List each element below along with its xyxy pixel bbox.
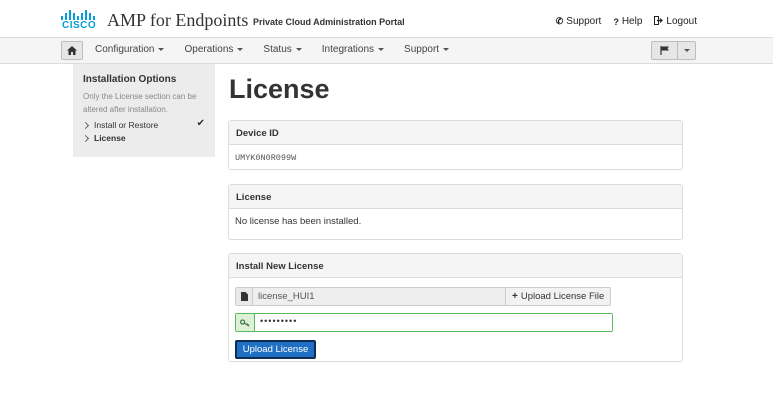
cisco-logo-word: CISCO — [62, 20, 97, 31]
install-license-body: license_HUI1 + Upload License File •••••… — [229, 278, 682, 366]
device-id-body: UMYK0N0R099W — [229, 145, 682, 170]
license-status-message: No license has been installed. — [235, 216, 362, 227]
caret-down-icon — [378, 48, 385, 51]
help-link[interactable]: ? Help — [613, 16, 642, 27]
nav-operations[interactable]: Operations — [184, 44, 244, 55]
nav-menu: Configuration Operations Status Integrat… — [95, 44, 469, 55]
checkmark-icon: ✔ — [196, 118, 205, 129]
logout-link-label: Logout — [666, 16, 697, 27]
help-link-label: Help — [621, 16, 643, 27]
nav-operations-label: Operations — [184, 44, 234, 55]
caret-down-icon — [237, 48, 244, 51]
license-file-group: license_HUI1 + Upload License File — [235, 287, 676, 306]
license-password-input[interactable]: ••••••••• — [255, 314, 612, 331]
app-title: AMP for Endpoints — [107, 10, 249, 30]
nav-support-label: Support — [404, 44, 440, 55]
nav-support[interactable]: Support — [404, 44, 450, 55]
notifications-button-group — [651, 41, 696, 60]
flag-icon — [659, 46, 669, 55]
nav-integrations-label: Integrations — [321, 44, 375, 55]
logout-icon — [654, 16, 664, 27]
home-icon — [67, 46, 77, 55]
install-license-panel: Install New License license_HUI1 + Uploa… — [228, 253, 683, 362]
flag-dropdown-toggle[interactable] — [678, 42, 695, 59]
question-icon: ? — [613, 16, 619, 27]
installation-sidebar: Installation Options Only the License se… — [73, 64, 215, 157]
cisco-logo-bars-icon — [61, 8, 99, 20]
sidebar-item-license[interactable]: License — [81, 133, 205, 143]
install-license-heading: Install New License — [229, 254, 682, 278]
portal-name: Private Cloud Administration Portal — [253, 17, 405, 27]
device-id-value: UMYK0N0R099W — [235, 153, 297, 163]
sidebar-item-label: Install or Restore — [94, 120, 159, 130]
cisco-logo: CISCO — [61, 8, 99, 32]
plus-icon: + — [512, 291, 518, 302]
phone-icon: ✆ — [555, 16, 564, 26]
chevron-right-icon — [81, 121, 90, 129]
caret-down-icon — [443, 48, 450, 51]
device-id-panel: Device ID UMYK0N0R099W — [228, 120, 683, 170]
page-title: License — [229, 74, 330, 104]
caret-down-icon — [683, 49, 690, 52]
home-button[interactable] — [61, 41, 83, 60]
top-header: CISCO AMP for Endpoints Private Cloud Ad… — [0, 0, 773, 37]
nav-configuration-label: Configuration — [95, 44, 155, 55]
license-body: No license has been installed. — [229, 209, 682, 234]
license-file-input[interactable]: license_HUI1 — [253, 287, 506, 306]
top-links: ✆ Support ? Help Logout — [556, 16, 697, 27]
sidebar-title: Installation Options — [83, 74, 177, 85]
caret-down-icon — [295, 48, 302, 51]
license-password-group: ••••••••• — [235, 313, 613, 332]
sidebar-item-label: License — [94, 133, 126, 143]
nav-configuration[interactable]: Configuration — [95, 44, 165, 55]
main-navbar: Configuration Operations Status Integrat… — [0, 37, 773, 64]
support-link-label: Support — [566, 16, 602, 27]
upload-license-file-button[interactable]: + Upload License File — [506, 287, 612, 306]
upload-license-button[interactable]: Upload License — [235, 340, 316, 359]
logout-link[interactable]: Logout — [654, 16, 697, 27]
license-heading: License — [229, 185, 682, 209]
caret-down-icon — [158, 48, 165, 51]
device-id-heading: Device ID — [229, 121, 682, 145]
key-icon — [236, 314, 255, 331]
nav-integrations[interactable]: Integrations — [321, 44, 385, 55]
nav-status[interactable]: Status — [263, 44, 302, 55]
file-icon — [235, 287, 253, 306]
upload-license-file-label: Upload License File — [520, 291, 605, 302]
support-link[interactable]: ✆ Support — [556, 16, 602, 27]
license-panel: License No license has been installed. — [228, 184, 683, 240]
sidebar-item-install-or-restore[interactable]: Install or Restore ✔ — [81, 118, 205, 130]
chevron-right-icon — [81, 134, 90, 142]
flag-button[interactable] — [652, 42, 678, 59]
nav-status-label: Status — [263, 44, 292, 55]
sidebar-description: Only the License section can be altered … — [83, 92, 197, 114]
